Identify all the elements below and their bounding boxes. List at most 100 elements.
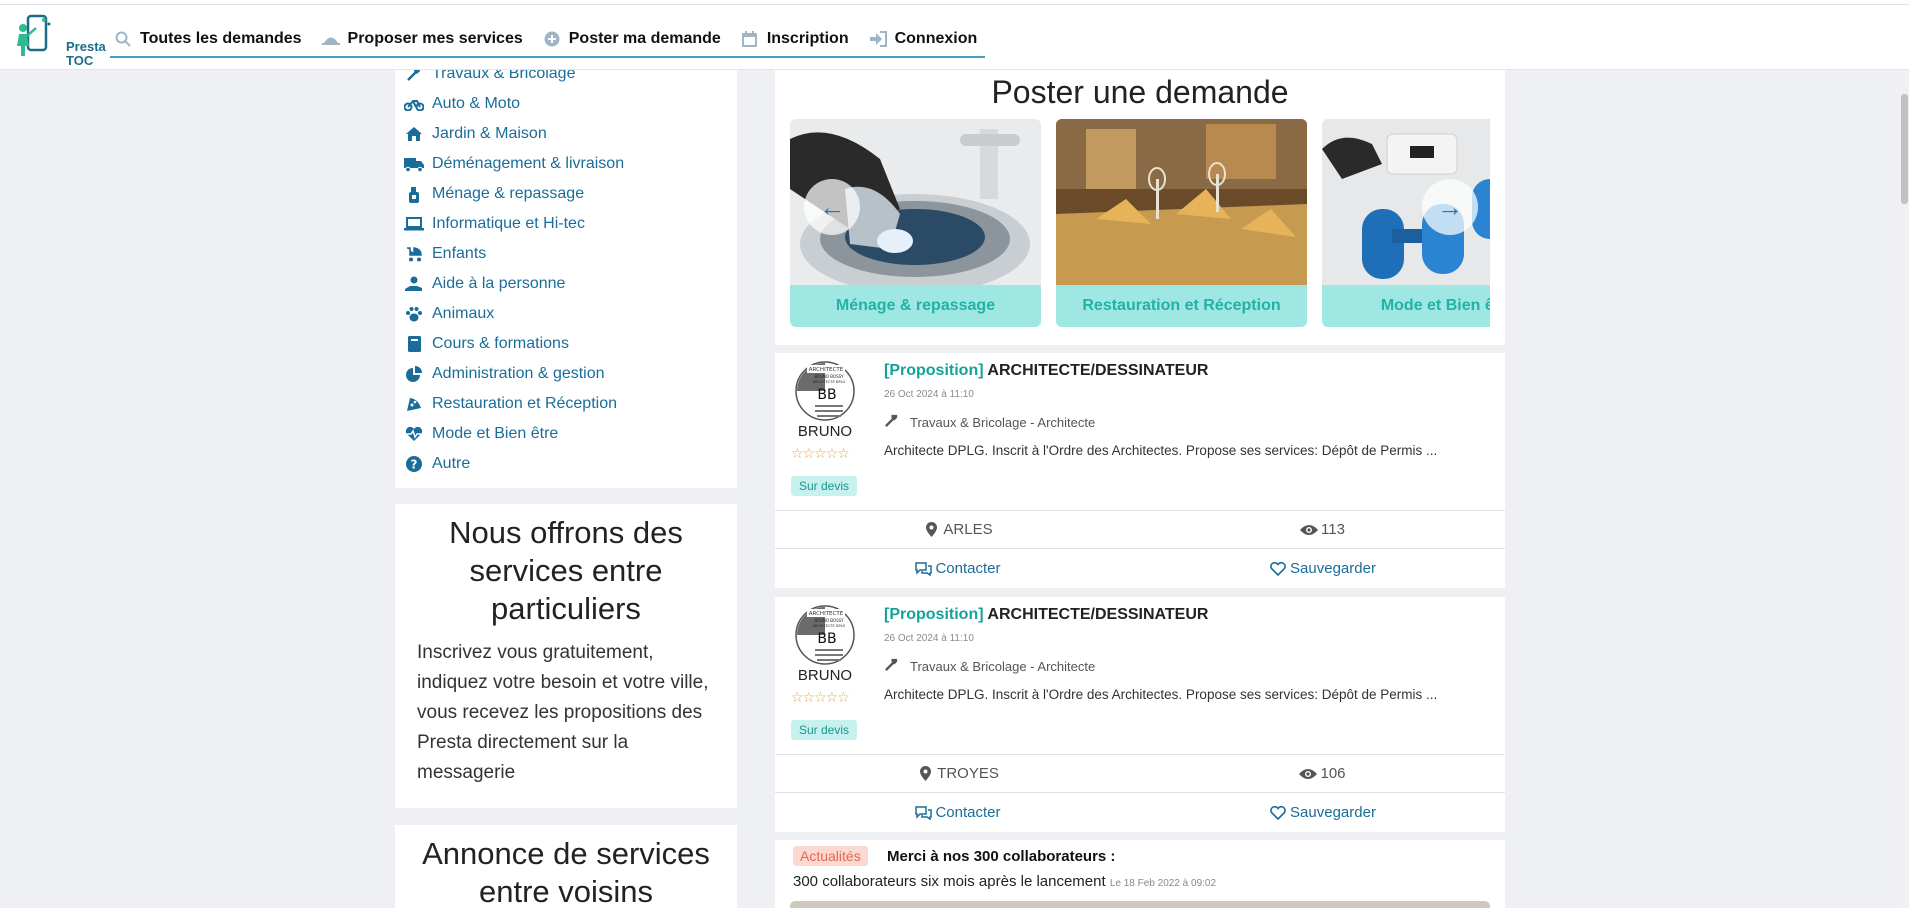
news-date: Le 18 Feb 2022 à 09:02 <box>1109 878 1217 889</box>
listing-title[interactable]: [Proposition] ARCHITECTE/DESSINATEUR <box>884 606 1208 624</box>
save-button[interactable]: Sauvegarder <box>1140 793 1505 832</box>
news-badge: Actualités <box>793 846 868 866</box>
listing-views-text: 113 <box>1321 521 1345 538</box>
avatar[interactable]: ARCHITECTE BRUNO BOSSY ARCHITECTE DPLG B… <box>795 605 855 665</box>
map-marker-icon <box>922 522 940 538</box>
contact-label: Contacter <box>935 804 1001 821</box>
save-button[interactable]: Sauvegarder <box>1140 549 1505 588</box>
logo-figure-icon <box>17 14 51 56</box>
restaurant-table-image <box>1056 119 1307 285</box>
listing-tag: [Proposition] <box>884 362 984 379</box>
listing-title[interactable]: [Proposition] ARCHITECTE/DESSINATEUR <box>884 362 1208 380</box>
listing-city: ARLES <box>775 511 1140 548</box>
nav-proposer-mes-services[interactable]: Proposer mes services <box>318 29 523 49</box>
listing-description: Architecte DPLG. Inscrit à l'Ordre des A… <box>884 687 1438 702</box>
comments-icon <box>914 805 932 821</box>
price-badge: Sur devis <box>791 720 858 740</box>
category-label: Administration & gestion <box>432 365 605 382</box>
main-nav: Toutes les demandes Proposer mes service… <box>110 22 986 58</box>
categories-card: Travaux & Bricolage Auto & Moto Jardin &… <box>395 70 737 488</box>
category-animaux[interactable]: Animaux <box>403 299 624 329</box>
hammer-icon <box>884 413 902 431</box>
category-aide-personne[interactable]: Aide à la personne <box>403 269 624 299</box>
nav-label: Poster ma demande <box>568 30 721 47</box>
avatar[interactable]: ARCHITECTE BRUNO BOSSY ARCHITECTE DPLG B… <box>795 361 855 421</box>
truck-icon <box>403 155 425 173</box>
listing-category: Travaux & Bricolage - Architecte <box>884 413 1095 431</box>
avatar-top-text: ARCHITECTE <box>809 611 844 617</box>
category-travaux-bricolage[interactable]: Travaux & Bricolage <box>403 70 624 89</box>
prestatoc-logo[interactable]: Presta TOC <box>14 14 106 68</box>
home-icon <box>403 125 425 143</box>
contact-button[interactable]: Contacter <box>775 549 1140 588</box>
comments-icon <box>914 561 932 577</box>
news-title[interactable]: Merci à nos 300 collaborateurs : <box>887 848 1115 865</box>
hand-holding-icon <box>403 275 425 293</box>
category-restauration-reception[interactable]: Restauration et Réception <box>403 389 624 419</box>
nav-connexion[interactable]: Connexion <box>865 29 978 49</box>
avatar-name-text: BRUNO BOSSY <box>814 618 844 623</box>
page-scrollbar[interactable] <box>1900 70 1909 908</box>
category-label: Mode et Bien être <box>432 425 559 442</box>
category-label: Animaux <box>432 305 495 322</box>
listing-views: 106 <box>1140 755 1505 792</box>
eye-icon <box>1299 766 1318 782</box>
listing-category-text: Travaux & Bricolage - Architecte <box>910 658 1096 674</box>
category-label: Enfants <box>432 245 487 262</box>
scrollbar-thumb[interactable] <box>1901 94 1908 204</box>
listing-description: Architecte DPLG. Inscrit à l'Ordre des A… <box>884 443 1438 458</box>
nav-label: Connexion <box>894 30 978 47</box>
category-mode-bien-etre[interactable]: Mode et Bien être <box>403 419 624 449</box>
listing-actions-row: Contacter Sauvegarder <box>775 548 1505 588</box>
category-menage-repassage[interactable]: Ménage & repassage <box>403 179 624 209</box>
carousel-next-button[interactable]: → <box>1422 179 1478 235</box>
category-informatique-hitec[interactable]: Informatique et Hi-tec <box>403 209 624 239</box>
category-auto-moto[interactable]: Auto & Moto <box>403 89 624 119</box>
book-icon <box>403 335 425 353</box>
laptop-icon <box>403 215 425 233</box>
category-label: Déménagement & livraison <box>432 155 625 172</box>
category-label: Auto & Moto <box>432 95 521 112</box>
avatar-top-text: ARCHITECTE <box>809 367 844 373</box>
hammer-icon <box>403 70 425 83</box>
slide-restauration-reception[interactable]: Restauration et Réception <box>1056 119 1307 327</box>
category-administration-gestion[interactable]: Administration & gestion <box>403 359 624 389</box>
heartbeat-icon <box>403 425 425 443</box>
avatar-initials: BB <box>817 631 836 647</box>
save-label: Sauvegarder <box>1290 560 1376 577</box>
category-enfants[interactable]: Enfants <box>403 239 624 269</box>
slide-caption: Restauration et Réception <box>1056 285 1307 327</box>
save-label: Sauvegarder <box>1290 804 1376 821</box>
listing-date: 26 Oct 2024 à 11:10 <box>884 389 974 400</box>
avatar-name-text: BRUNO BOSSY <box>814 374 844 379</box>
news-card: Actualités Merci à nos 300 collaborateur… <box>775 840 1505 908</box>
carousel-prev-button[interactable]: ← <box>804 179 860 235</box>
listing-title-text: ARCHITECTE/DESSINATEUR <box>987 606 1209 623</box>
news-image <box>790 901 1490 908</box>
info-card: Nous offrons des services entre particul… <box>395 504 737 808</box>
baby-carriage-icon <box>403 245 425 263</box>
spray-bottle-icon <box>403 185 425 203</box>
contact-button[interactable]: Contacter <box>775 793 1140 832</box>
calendar-icon <box>737 29 763 49</box>
nav-toutes-les-demandes[interactable]: Toutes les demandes <box>110 29 302 49</box>
top-border <box>0 4 1909 5</box>
category-carousel: Ménage & repassage Restauration et Récep… <box>790 119 1490 327</box>
plus-circle-icon <box>539 29 565 49</box>
nav-label: Inscription <box>766 30 849 47</box>
question-circle-icon: ? <box>403 455 425 473</box>
category-jardin-maison[interactable]: Jardin & Maison <box>403 119 624 149</box>
listing-meta-row: ARLES 113 <box>775 510 1505 548</box>
search-icon <box>110 29 136 49</box>
nav-inscription[interactable]: Inscription <box>737 29 849 49</box>
category-label: Ménage & repassage <box>432 185 585 202</box>
paw-icon <box>403 305 425 323</box>
listing-actions-row: Contacter Sauvegarder <box>775 792 1505 832</box>
category-cours-formations[interactable]: Cours & formations <box>403 329 624 359</box>
pizza-icon <box>403 395 425 413</box>
category-autre[interactable]: ? Autre <box>403 449 624 479</box>
nav-poster-ma-demande[interactable]: Poster ma demande <box>539 29 721 49</box>
category-demenagement-livraison[interactable]: Déménagement & livraison <box>403 149 624 179</box>
listing-card: ARCHITECTE BRUNO BOSSY ARCHITECTE DPLG B… <box>775 597 1505 832</box>
user-name: BRUNO <box>797 423 853 440</box>
